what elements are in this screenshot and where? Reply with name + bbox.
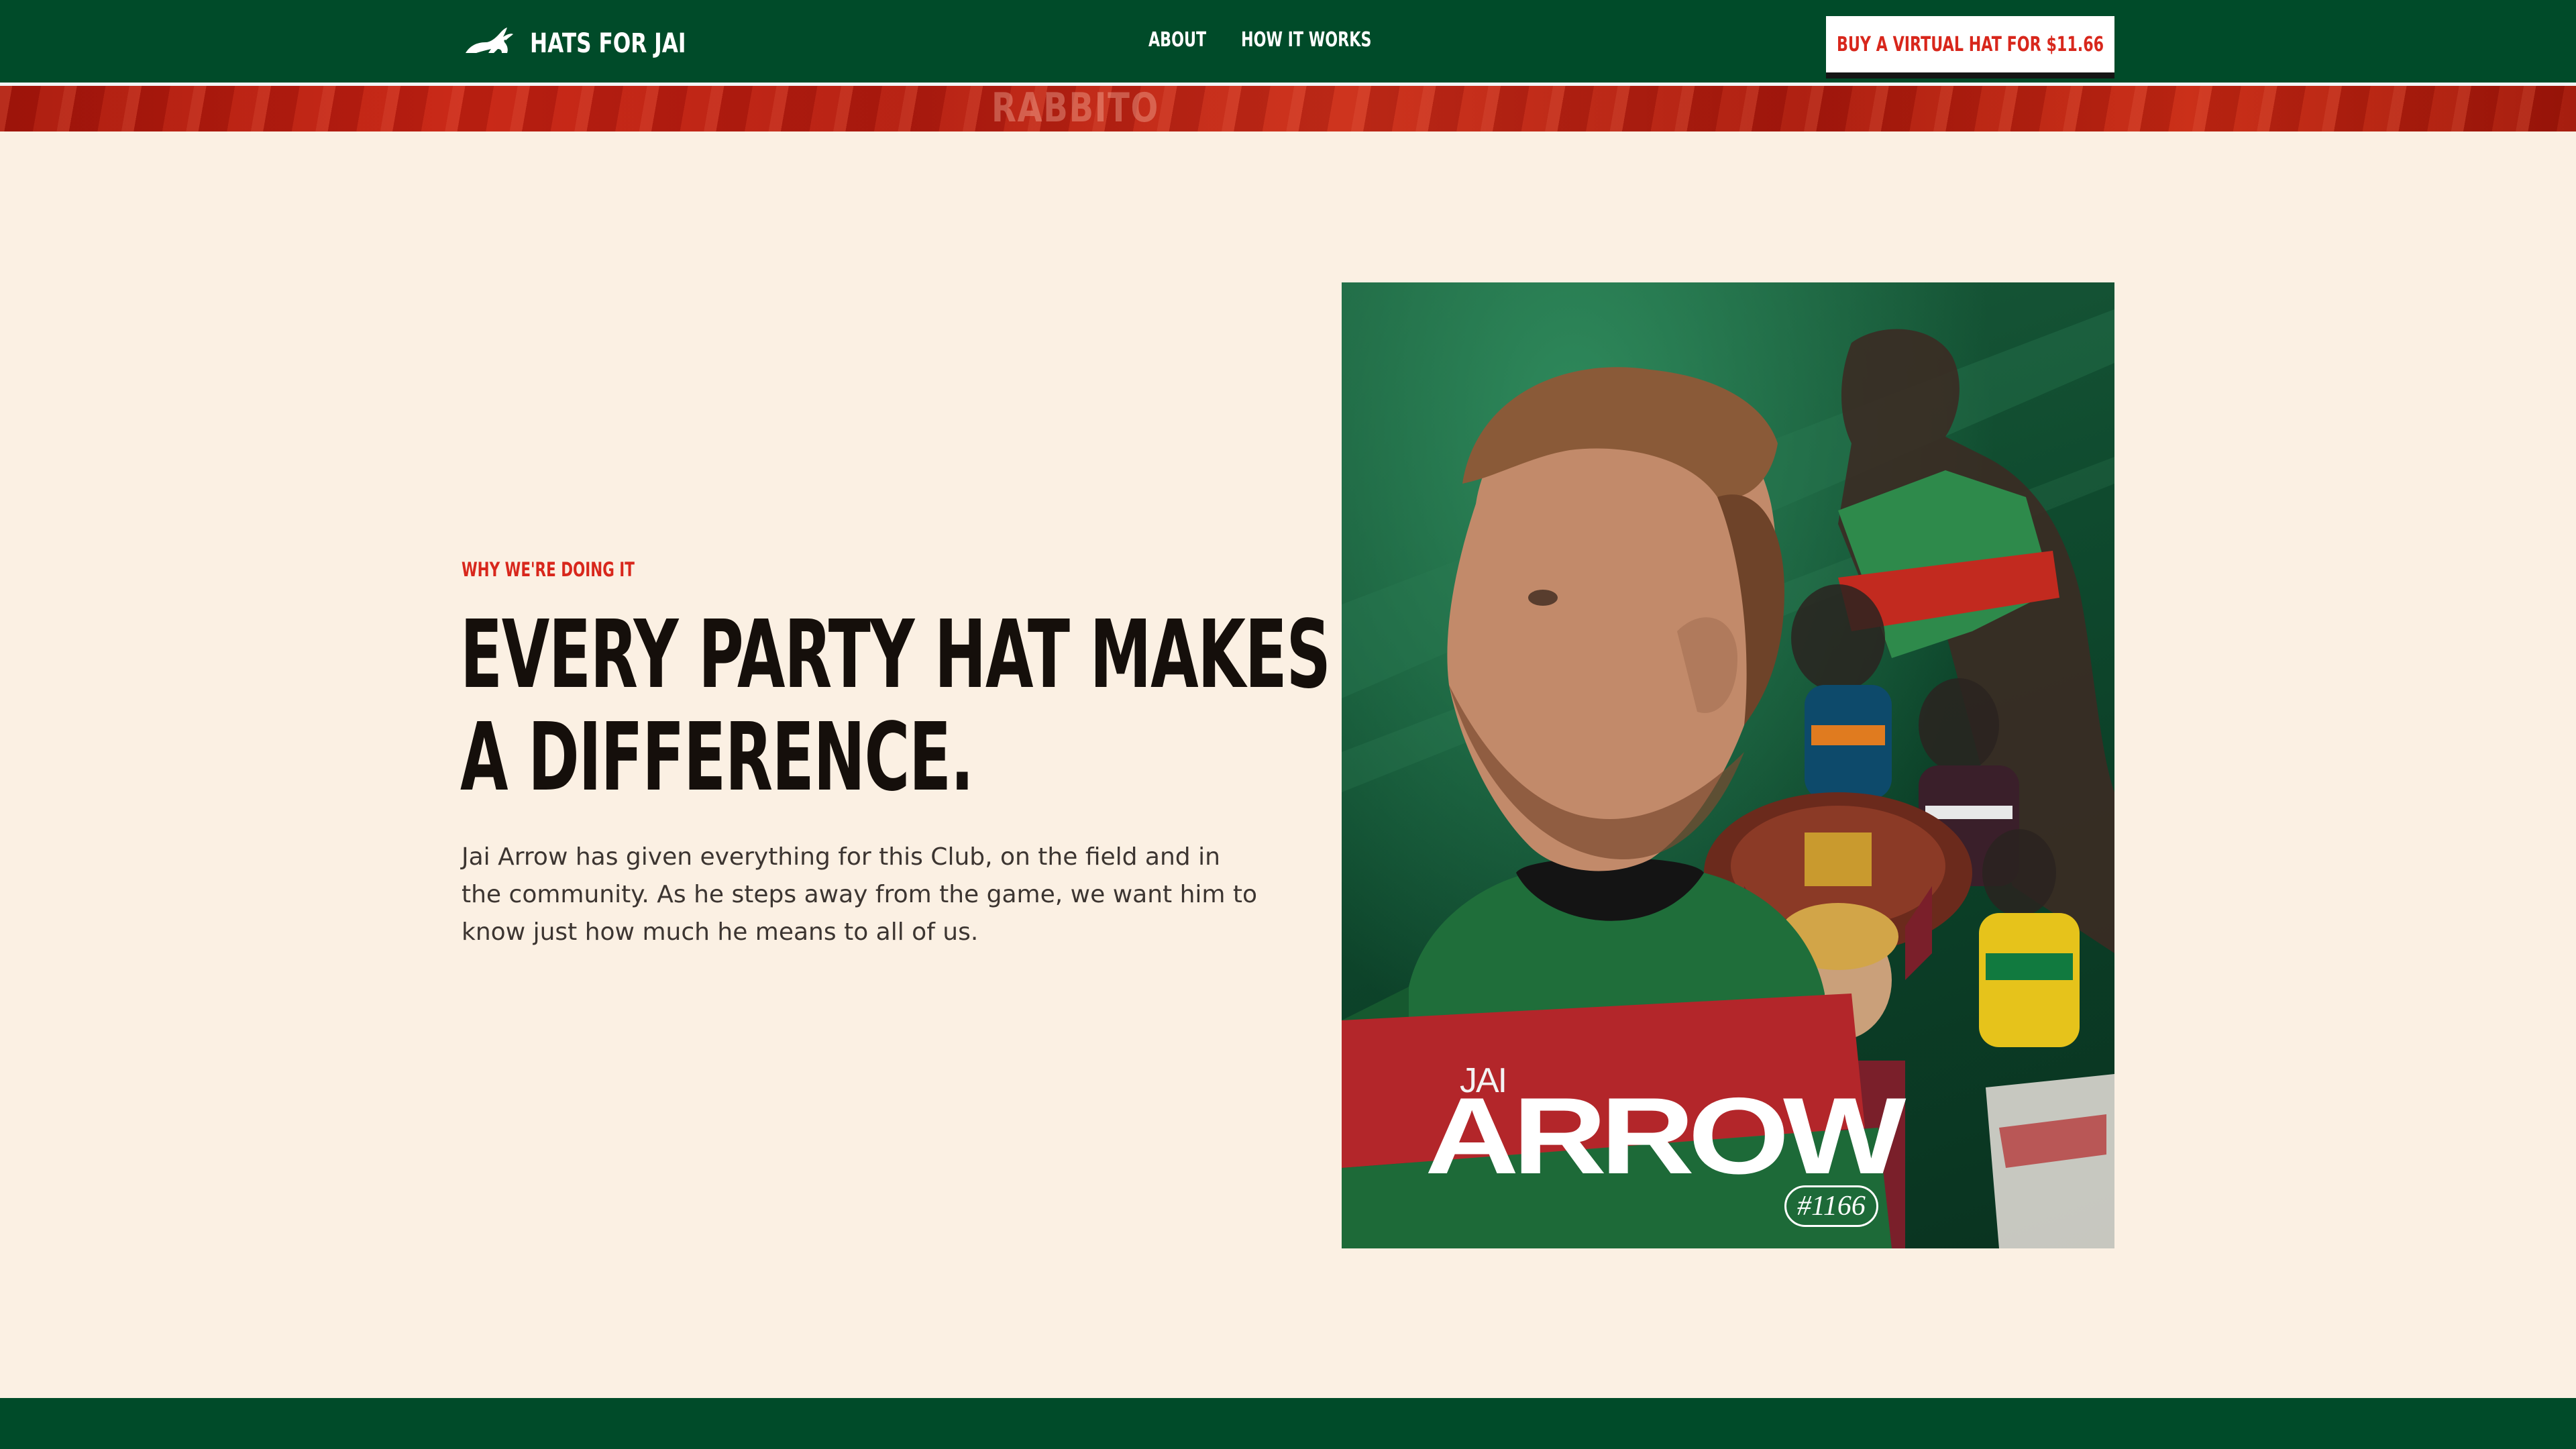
rabbit-icon [463, 26, 514, 62]
section-body: Jai Arrow has given everything for this … [462, 843, 1258, 946]
headline-line-1: EVERY PARTY HAT MAKES [460, 600, 1331, 710]
banner-text: RABBITO [991, 86, 1159, 131]
nav-link-about[interactable]: ABOUT [1148, 28, 1206, 52]
poster-player-number: #1166 [1784, 1185, 1878, 1227]
headline-line-2: A DIFFERENCE. [460, 703, 974, 812]
top-navigation-bar: HATS FOR JAI ABOUT HOW IT WORKS BUY A VI… [0, 0, 2576, 85]
brand-title: HATS FOR JAI [530, 28, 686, 59]
next-section-band [0, 1398, 2576, 1449]
section-headline: EVERY PARTY HAT MAKES A DIFFERENCE. [460, 604, 1331, 812]
buy-virtual-hat-button[interactable]: BUY A VIRTUAL HAT FOR $11.66 [1826, 16, 2114, 72]
nav-link-how-it-works[interactable]: HOW IT WORKS [1241, 28, 1371, 52]
brand-home-link[interactable]: HATS FOR JAI [463, 23, 730, 64]
hero-banner-strip: RABBITO [0, 86, 2576, 131]
poster-last-name: ARROW [1425, 1075, 1906, 1197]
section-eyebrow: WHY WE'RE DOING IT [462, 558, 635, 581]
jai-arrow-poster-image: JAI ARROW #1166 [1342, 282, 2114, 1248]
buy-virtual-hat-label: BUY A VIRTUAL HAT FOR $11.66 [1836, 32, 2104, 56]
